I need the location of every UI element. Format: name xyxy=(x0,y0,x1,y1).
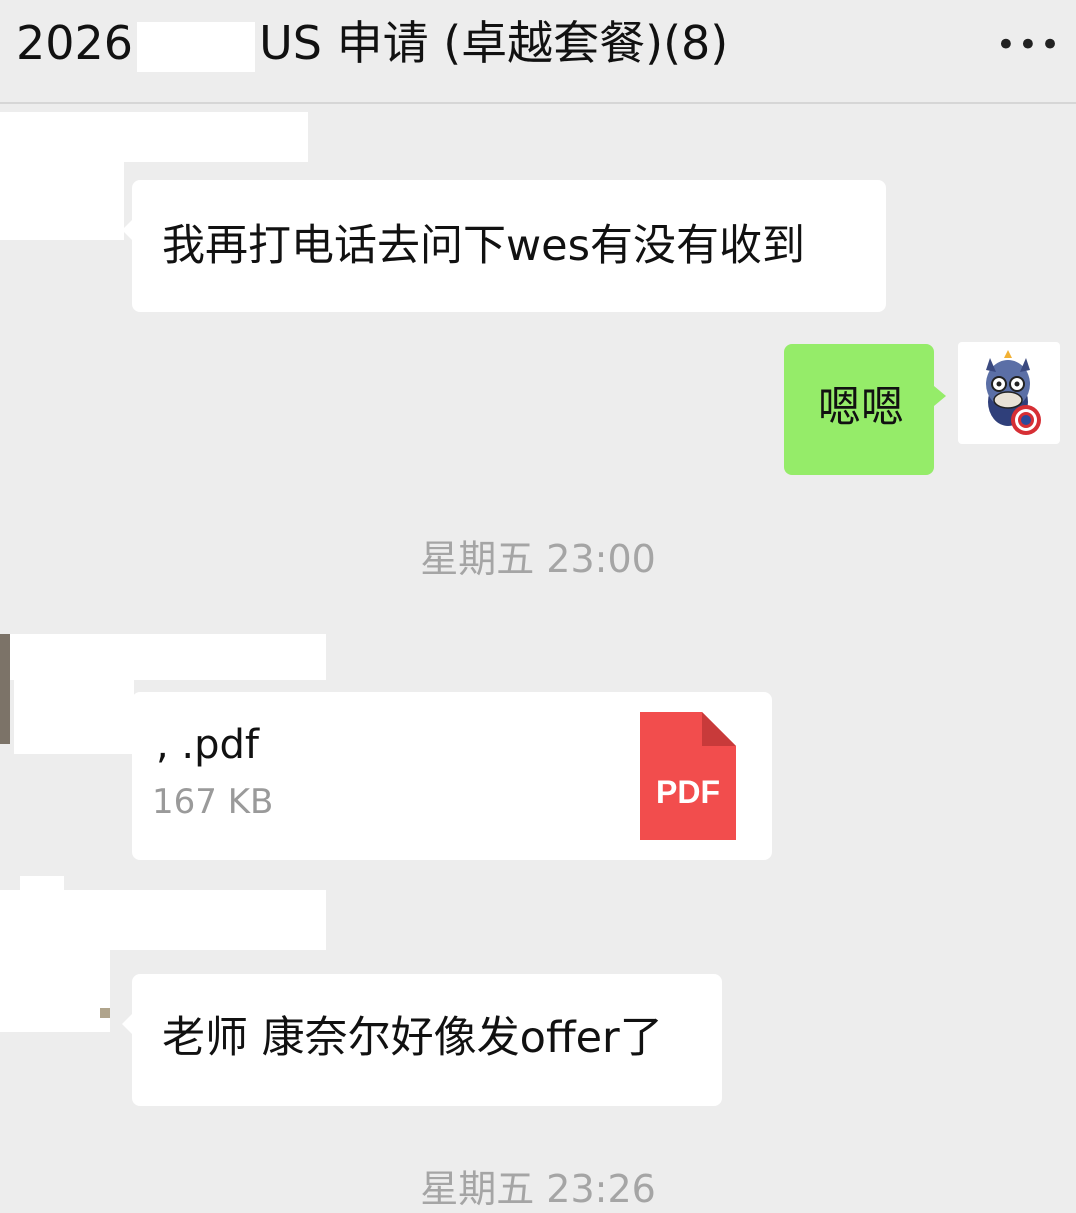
message-bubble-incoming[interactable]: 老师 康奈尔好像发offer了 xyxy=(122,974,722,1106)
message-bubble-outgoing[interactable]: 嗯嗯 xyxy=(784,344,946,475)
chat-title: 2026 US 申请 (卓越套餐)(8) xyxy=(16,14,728,72)
message-bubble-incoming[interactable]: 我再打电话去问下wes有没有收到 xyxy=(122,180,886,312)
file-size: 167 KB xyxy=(152,782,274,822)
sender-avatar-edge xyxy=(0,634,10,744)
chat-header: 2026 US 申请 (卓越套餐)(8) ••• xyxy=(0,0,1076,104)
message-text: 老师 康奈尔好像发offer了 xyxy=(162,1013,663,1063)
donkey-captain-america-avatar-icon[interactable] xyxy=(958,342,1060,444)
redacted-title-segment xyxy=(137,21,256,72)
sender-avatar-edge xyxy=(100,1008,110,1018)
message-text: 我再打电话去问下wes有没有收到 xyxy=(162,221,806,271)
timestamp: 星期五 23:26 xyxy=(420,1167,656,1211)
timestamp: 星期五 23:00 xyxy=(420,537,656,581)
redacted-sender-avatar[interactable] xyxy=(0,900,110,1032)
message-text: 嗯嗯 xyxy=(818,383,904,433)
redacted-sender-avatar[interactable] xyxy=(0,112,124,240)
redacted-sender-avatar[interactable] xyxy=(14,634,134,754)
pdf-icon-label: PDF xyxy=(656,774,720,810)
more-dots-icon[interactable]: ••• xyxy=(996,28,1062,62)
chat-title-suffix: US 申请 (卓越套餐)(8) xyxy=(259,16,729,70)
chat-title-prefix: 2026 xyxy=(16,16,134,70)
file-name: , .pdf xyxy=(156,722,260,768)
